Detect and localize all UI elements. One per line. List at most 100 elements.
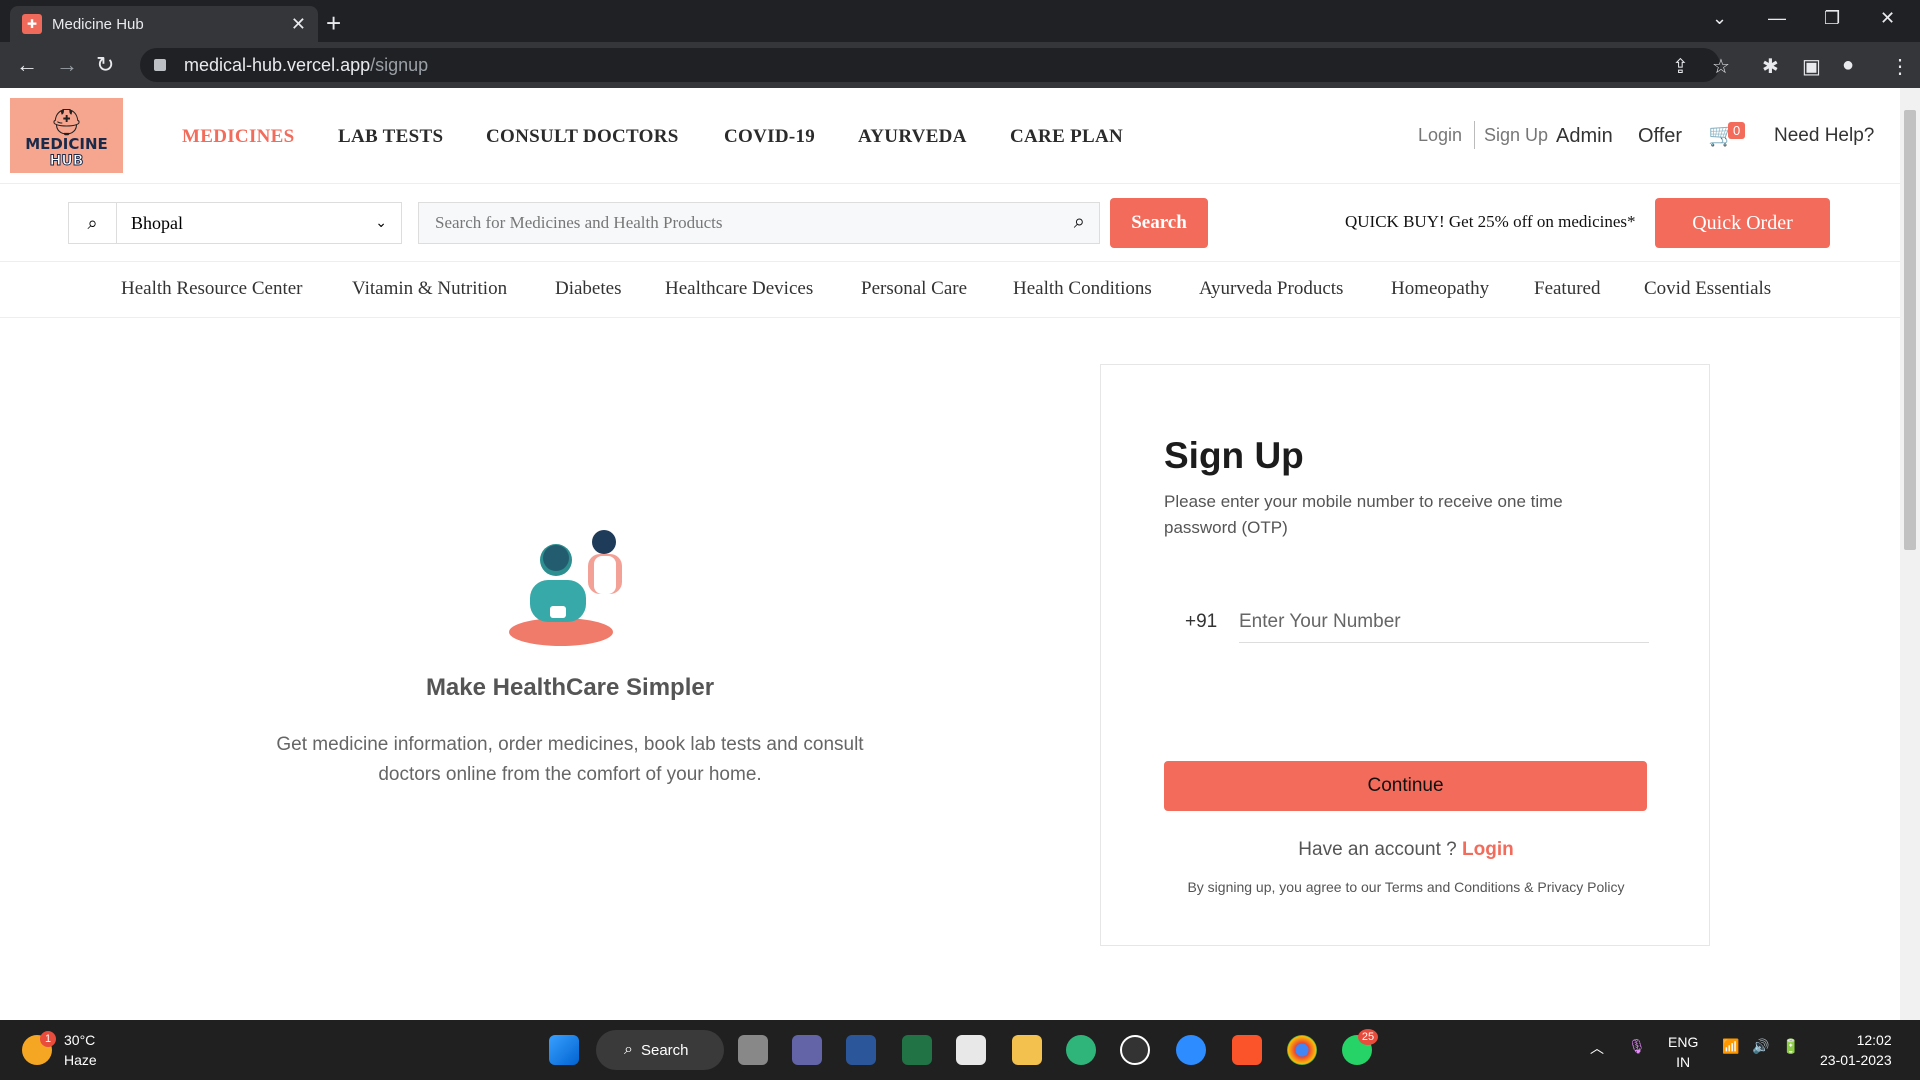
edge-icon[interactable]: [1066, 1035, 1096, 1065]
page-scrollbar[interactable]: [1900, 88, 1920, 1020]
left-panel-description: Get medicine information, order medicine…: [276, 734, 864, 785]
close-tab-icon[interactable]: ✕: [291, 14, 306, 35]
brave-icon[interactable]: [1232, 1035, 1262, 1065]
chrome-icon[interactable]: [1287, 1035, 1317, 1065]
tab-title: Medicine Hub: [52, 15, 144, 33]
taskbar-search-label: Search: [640, 1041, 689, 1059]
url-path: /signup: [370, 54, 429, 75]
wifi-icon[interactable]: 📶: [1722, 1038, 1739, 1055]
logo-line1: MEDICINE: [25, 135, 108, 153]
signup-link[interactable]: Sign Up: [1484, 125, 1548, 146]
extensions-icon[interactable]: ✱: [1762, 54, 1779, 79]
browser-tab[interactable]: ✚ Medicine Hub ✕: [10, 6, 318, 42]
offer-link[interactable]: Offer: [1638, 125, 1682, 148]
hand-cross-icon: ⛑: [49, 107, 83, 137]
admin-link[interactable]: Admin: [1556, 125, 1613, 148]
have-account-text: Have an account ? Login: [1101, 839, 1711, 861]
weather-condition: Haze: [64, 1052, 97, 1068]
category-health-resource-center[interactable]: Health Resource Center: [121, 278, 302, 300]
bookmark-star-icon[interactable]: ☆: [1712, 54, 1730, 79]
divider: [1474, 121, 1475, 149]
category-healthcare-devices[interactable]: Healthcare Devices: [665, 278, 813, 300]
task-view-icon[interactable]: [738, 1035, 768, 1065]
window-close-icon[interactable]: ✕: [1880, 8, 1895, 29]
need-help-link[interactable]: Need Help?: [1774, 125, 1874, 147]
nav-care-plan[interactable]: CARE PLAN: [1010, 126, 1123, 148]
cart-count-badge: 0: [1728, 122, 1746, 139]
language-code[interactable]: ENG: [1668, 1032, 1698, 1052]
logo-line2: HUB: [49, 153, 84, 170]
word-icon[interactable]: [846, 1035, 876, 1065]
menu-icon[interactable]: ⋮: [1890, 54, 1910, 79]
phone-number-input[interactable]: [1239, 601, 1649, 643]
back-icon[interactable]: ←: [16, 52, 38, 78]
search-button[interactable]: Search: [1110, 198, 1208, 248]
category-nav: Health Resource Center Vitamin & Nutriti…: [0, 262, 1900, 318]
microphone-icon[interactable]: 🎙: [1628, 1038, 1646, 1055]
url-host: medical-hub.vercel.app: [184, 54, 371, 75]
new-tab-icon[interactable]: +: [326, 8, 341, 39]
volume-icon[interactable]: 🔊: [1752, 1038, 1769, 1055]
category-personal-care[interactable]: Personal Care: [861, 278, 967, 300]
search-icon[interactable]: ⌕: [1074, 211, 1085, 234]
browser-tabbar: ✚ Medicine Hub ✕ + ⌄ — ❐ ✕: [0, 0, 1920, 42]
nav-covid-19[interactable]: COVID-19: [724, 126, 815, 148]
dell-icon[interactable]: [1120, 1035, 1150, 1065]
country-code: +91: [1185, 611, 1218, 632]
forward-icon[interactable]: →: [56, 52, 78, 78]
address-bar: ← → ↻ medical-hub.vercel.app/signup ⇪ ☆ …: [0, 42, 1920, 88]
category-health-conditions[interactable]: Health Conditions: [1013, 278, 1152, 300]
profile-avatar-icon[interactable]: ●: [1842, 54, 1854, 77]
city-select[interactable]: ⌕ Bhopal ⌄: [68, 202, 402, 244]
login-link[interactable]: Login: [1418, 125, 1462, 146]
nav-medicines[interactable]: MEDICINES: [182, 126, 295, 148]
whatsapp-icon[interactable]: 25: [1342, 1029, 1378, 1065]
nav-ayurveda[interactable]: AYURVEDA: [858, 126, 967, 148]
store-icon[interactable]: [956, 1035, 986, 1065]
excel-icon[interactable]: [902, 1035, 932, 1065]
whatsapp-badge: 25: [1358, 1029, 1378, 1045]
login-link-card[interactable]: Login: [1462, 839, 1514, 860]
doctor-patient-illustration: [509, 530, 622, 646]
clock-date: 23-01-2023: [1820, 1052, 1892, 1068]
site-logo[interactable]: ⛑ MEDICINE HUB: [10, 98, 123, 173]
nav-consult-doctors[interactable]: CONSULT DOCTORS: [486, 126, 679, 148]
favicon-icon: ✚: [22, 14, 42, 34]
left-panel-title: Make HealthCare Simpler: [425, 674, 715, 701]
promo-text: QUICK BUY! Get 25% off on medicines*: [1345, 212, 1636, 231]
system-clock[interactable]: 12:02 23-01-2023: [1820, 1030, 1892, 1070]
windows-start-icon[interactable]: [549, 1035, 579, 1065]
page: ⛑ MEDICINE HUB MEDICINES LAB TESTS CONSU…: [0, 88, 1900, 1020]
category-vitamin-nutrition[interactable]: Vitamin & Nutrition: [352, 278, 507, 300]
scrollbar-thumb[interactable]: [1904, 110, 1916, 550]
signup-card: Sign Up Please enter your mobile number …: [1100, 364, 1710, 946]
zoom-icon[interactable]: [1176, 1035, 1206, 1065]
nav-lab-tests[interactable]: LAB TESTS: [338, 126, 443, 148]
tab-search-icon[interactable]: ⌄: [1712, 8, 1727, 29]
category-ayurveda-products[interactable]: Ayurveda Products: [1199, 278, 1343, 300]
quick-order-button[interactable]: Quick Order: [1655, 198, 1830, 248]
url-field[interactable]: medical-hub.vercel.app/signup: [140, 48, 1720, 82]
lock-icon: [154, 59, 166, 71]
continue-button[interactable]: Continue: [1164, 761, 1647, 811]
category-featured[interactable]: Featured: [1534, 278, 1600, 300]
region-code[interactable]: IN: [1668, 1052, 1698, 1072]
share-icon[interactable]: ⇪: [1672, 54, 1689, 79]
chevron-up-icon[interactable]: ︿: [1590, 1038, 1604, 1058]
category-homeopathy[interactable]: Homeopathy: [1391, 278, 1489, 300]
battery-icon[interactable]: 🔋: [1782, 1038, 1799, 1055]
category-covid-essentials[interactable]: Covid Essentials: [1644, 278, 1771, 300]
city-value: Bhopal: [131, 212, 183, 233]
chevron-down-icon: ⌄: [375, 215, 387, 231]
taskbar-search[interactable]: ⌕ Search: [596, 1030, 724, 1070]
search-placeholder: Search for Medicines and Health Products: [435, 213, 723, 232]
search-input[interactable]: Search for Medicines and Health Products…: [418, 202, 1100, 244]
maximize-icon[interactable]: ❐: [1824, 8, 1840, 29]
side-panel-icon[interactable]: ▣: [1802, 54, 1821, 79]
weather-widget[interactable]: 1 30°C Haze: [22, 1030, 97, 1070]
category-diabetes[interactable]: Diabetes: [555, 278, 621, 300]
reload-icon[interactable]: ↻: [96, 52, 114, 78]
file-explorer-icon[interactable]: [1012, 1035, 1042, 1065]
minimize-icon[interactable]: —: [1768, 8, 1786, 29]
teams-chat-icon[interactable]: [792, 1035, 822, 1065]
